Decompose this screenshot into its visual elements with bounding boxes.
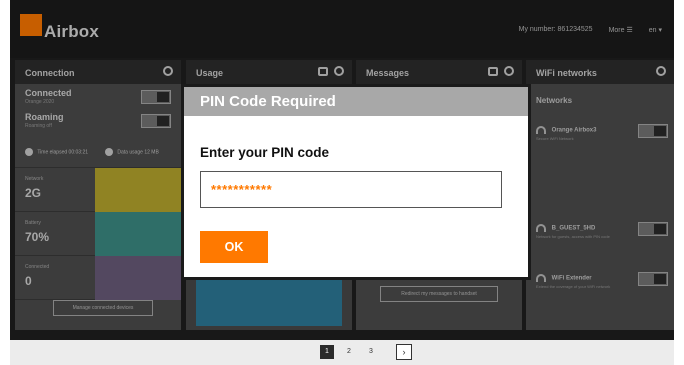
pin-dialog: PIN Code Required Enter your PIN code OK [181, 84, 531, 280]
next-page-button[interactable]: › [396, 344, 412, 360]
page-1-button[interactable]: 1 [320, 345, 334, 359]
ok-button[interactable]: OK [200, 231, 268, 263]
pin-prompt: Enter your PIN code [200, 145, 330, 160]
app-window: Airbox My number: 861234525 More ☰ en ▾ … [10, 0, 674, 340]
pin-input[interactable] [200, 171, 502, 208]
page-3-button[interactable]: 3 [366, 345, 376, 359]
pagination: 1 2 3 › [10, 340, 674, 365]
page-2-button[interactable]: 2 [344, 345, 354, 359]
pin-dialog-title: PIN Code Required [184, 87, 528, 116]
